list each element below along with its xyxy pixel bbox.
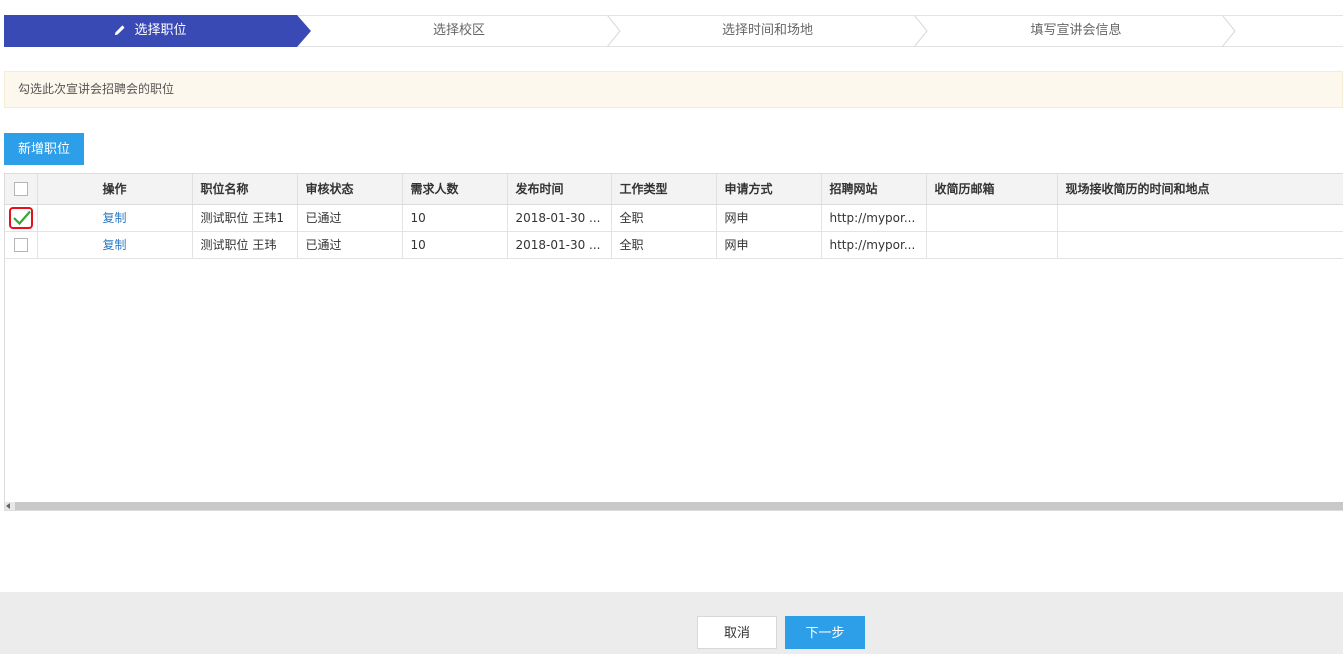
step-divider [914, 15, 928, 47]
cell-time: 2018-01-30 ... [507, 231, 612, 259]
check-icon [12, 210, 31, 225]
step-progress-bar: 选择职位 选择校区 选择时间和场地 填写宣讲会信息 [4, 15, 1343, 47]
cell-email [926, 231, 1058, 259]
cell-name: 测试职位 王玮 [192, 231, 298, 259]
row-op-cell: 复制 [37, 204, 193, 232]
arrow-left-icon [6, 503, 10, 509]
step-arrow [297, 15, 311, 47]
column-header-onsite[interactable]: 现场接收简历的时间和地点 [1057, 174, 1343, 205]
column-header-status[interactable]: 审核状态 [297, 174, 403, 205]
cancel-button[interactable]: 取消 [697, 616, 777, 649]
column-header-apply[interactable]: 申请方式 [716, 174, 822, 205]
cell-apply: 网申 [716, 231, 822, 259]
cell-status: 已通过 [297, 204, 403, 232]
step-select-position[interactable]: 选择职位 [4, 15, 311, 49]
footer-bar: 取消 下一步 [0, 592, 1343, 654]
column-header-type[interactable]: 工作类型 [611, 174, 717, 205]
column-header-name[interactable]: 职位名称 [192, 174, 298, 205]
column-header-count[interactable]: 需求人数 [402, 174, 508, 205]
cell-type: 全职 [611, 204, 717, 232]
cell-time: 2018-01-30 ... [507, 204, 612, 232]
step-fill-info[interactable]: 填写宣讲会信息 [928, 15, 1224, 47]
column-header-email[interactable]: 收简历邮箱 [926, 174, 1058, 205]
positions-table: 操作 职位名称 审核状态 需求人数 发布时间 工作类型 申请方式 招聘网站 收简… [5, 174, 1343, 259]
cell-email [926, 204, 1058, 232]
table-row[interactable]: 复制 测试职位 王玮1 已通过 10 2018-01-30 ... 全职 网申 … [5, 204, 1343, 232]
copy-link[interactable]: 复制 [102, 238, 126, 252]
cell-apply: 网申 [716, 204, 822, 232]
positions-grid: 操作 职位名称 审核状态 需求人数 发布时间 工作类型 申请方式 招聘网站 收简… [4, 173, 1343, 511]
notice-banner: 勾选此次宣讲会招聘会的职位 [4, 71, 1343, 108]
add-position-button[interactable]: 新增职位 [4, 133, 84, 165]
step-divider [1222, 15, 1236, 47]
step-label: 选择职位 [134, 23, 187, 38]
cell-onsite [1057, 204, 1343, 232]
cell-onsite [1057, 231, 1343, 259]
step-label: 选择时间和场地 [721, 23, 813, 38]
cell-site: http://mypor... [821, 204, 927, 232]
step-select-campus[interactable]: 选择校区 [311, 15, 607, 47]
row-checkbox-checked[interactable] [8, 206, 33, 229]
scroll-left-button[interactable] [5, 502, 15, 510]
row-op-cell: 复制 [37, 231, 193, 259]
cell-type: 全职 [611, 231, 717, 259]
step-divider [607, 15, 621, 47]
cell-status: 已通过 [297, 231, 403, 259]
row-check-cell[interactable] [5, 204, 38, 232]
step-label: 填写宣讲会信息 [1030, 23, 1122, 38]
step-select-time-venue[interactable]: 选择时间和场地 [621, 15, 914, 47]
column-header-op: 操作 [37, 174, 193, 205]
table-header-row: 操作 职位名称 审核状态 需求人数 发布时间 工作类型 申请方式 招聘网站 收简… [5, 174, 1343, 205]
cell-count: 10 [402, 204, 508, 232]
horizontal-scrollbar[interactable] [5, 502, 1343, 510]
column-header-time[interactable]: 发布时间 [507, 174, 612, 205]
column-header-site[interactable]: 招聘网站 [821, 174, 927, 205]
row-checkbox[interactable] [13, 237, 28, 252]
copy-link[interactable]: 复制 [102, 211, 126, 225]
table-row[interactable]: 复制 测试职位 王玮 已通过 10 2018-01-30 ... 全职 网申 h… [5, 231, 1343, 259]
cell-site: http://mypor... [821, 231, 927, 259]
pencil-icon [114, 17, 126, 49]
select-all-checkbox[interactable] [13, 182, 28, 196]
next-step-button[interactable]: 下一步 [785, 616, 865, 649]
step-label: 选择校区 [432, 23, 485, 38]
select-all-cell[interactable] [5, 174, 38, 205]
cell-count: 10 [402, 231, 508, 259]
cell-name: 测试职位 王玮1 [192, 204, 298, 232]
row-check-cell[interactable] [5, 231, 38, 259]
